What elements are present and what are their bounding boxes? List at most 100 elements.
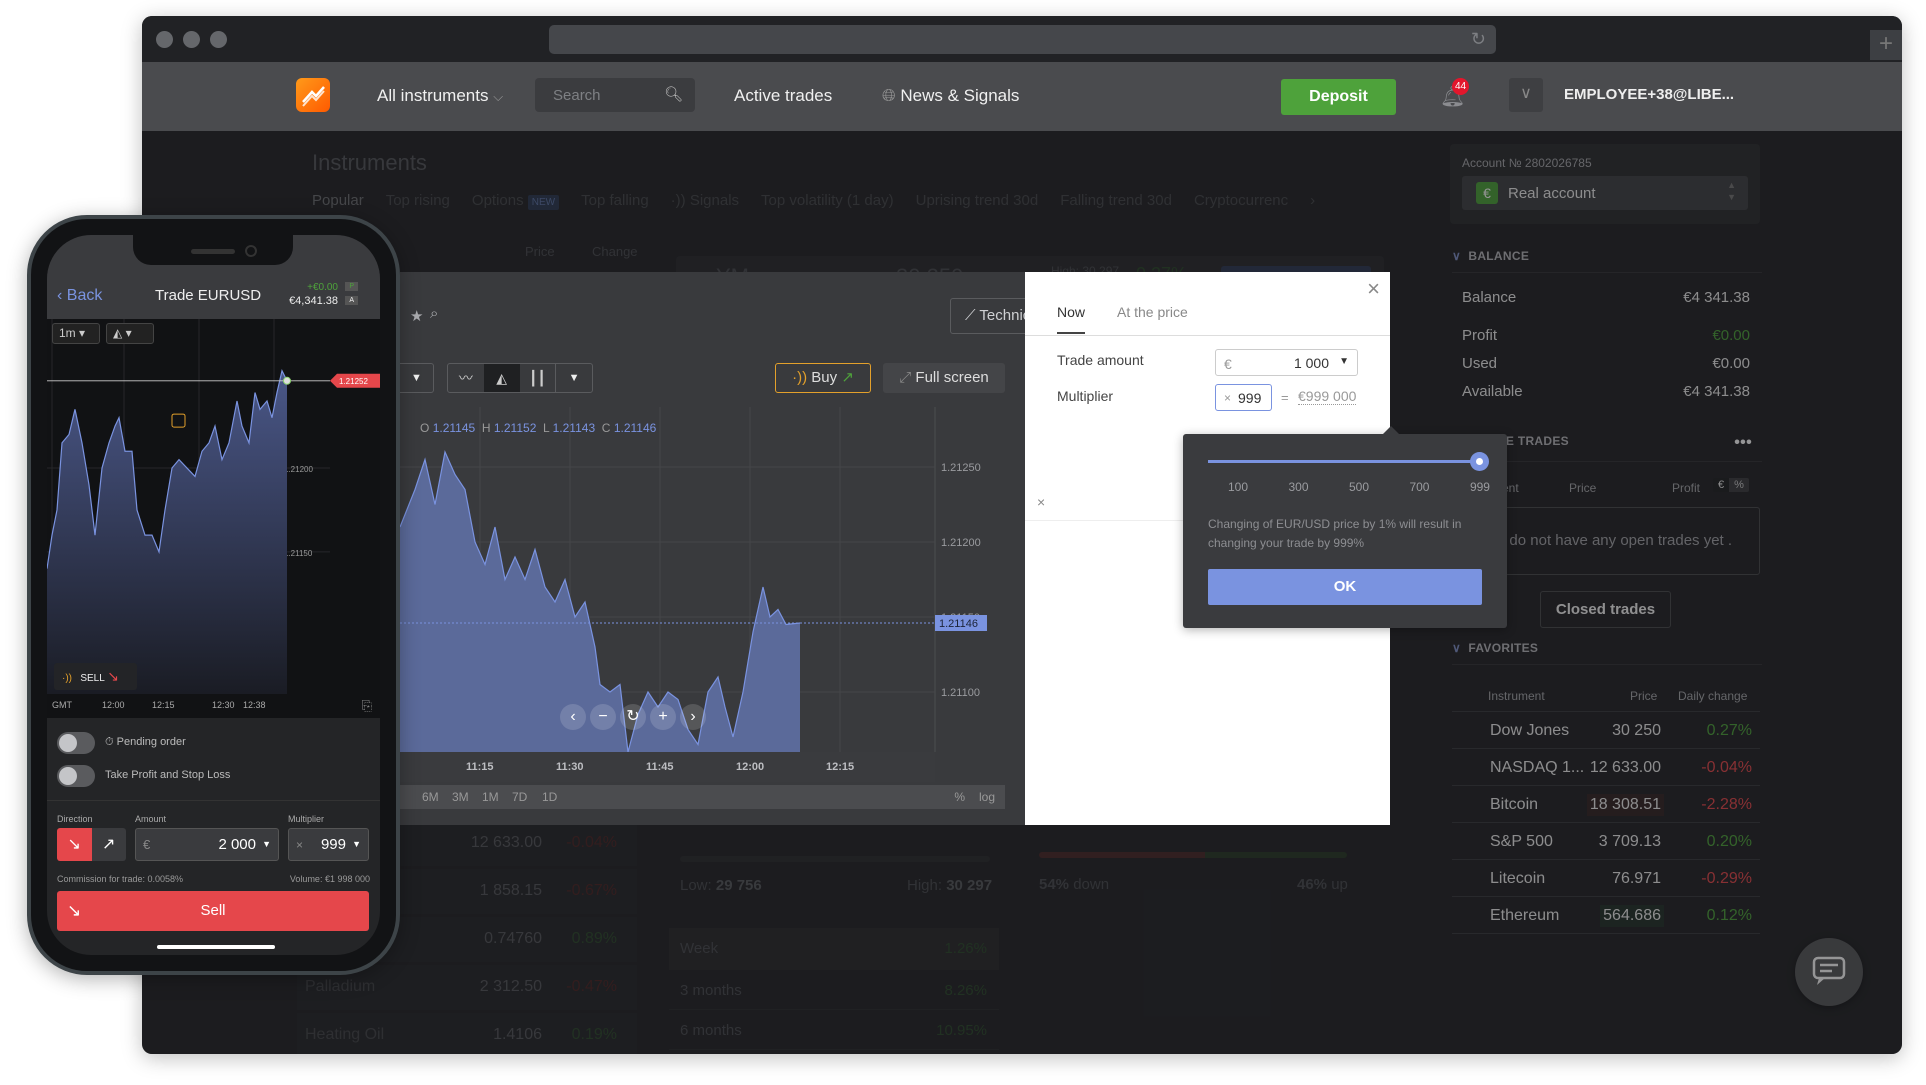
signal-icon: ·)) [792,369,808,386]
home-indicator [157,945,275,949]
multiplier-input[interactable]: × 999 [1215,384,1272,411]
arrow-up-right-icon: ↗ [841,369,854,386]
multiplier-label: Multiplier [1057,388,1114,404]
signal-icon: ·)) [62,673,72,684]
new-tab-button[interactable]: + [1870,30,1902,60]
x-tick-label: 12:00 [736,761,764,773]
chevron-left-icon[interactable]: ‹ [560,704,586,730]
candlestick-icon[interactable]: ┃┃ [520,364,556,392]
timeframe-dropdown[interactable]: 1m ▾ [52,323,100,344]
total-volume: €999 000 [1298,388,1357,405]
chevron-down-icon[interactable]: ▼ [555,364,592,392]
range-bar: % log 6M 3M 1M 7D 1D [400,785,1005,809]
slider-thumb[interactable] [1470,452,1489,471]
range-button[interactable]: 6M [422,790,439,804]
reset-icon[interactable]: ↻ [620,704,646,730]
user-menu-toggle[interactable]: ∨ [1509,78,1543,112]
chart-type-group: 〰 ◭ ┃┃ ▼ [447,363,593,393]
range-button[interactable]: 3M [452,790,469,804]
timeframe-dropdown[interactable]: ▼ [400,363,434,393]
phone-profit: +€0.00 [307,282,338,293]
zoom-in-icon[interactable]: + [650,704,676,730]
trade-amount-input[interactable]: € 1 000 ▼ [1215,349,1358,376]
search-input[interactable]: Search 🔍︎ [535,78,695,112]
amount-input[interactable]: € 2 000 ▼ [135,828,279,861]
y-tick-label: 1.21200 [941,537,981,549]
pending-order-label: ⏱ Pending order [105,736,186,748]
title-bar: ↻ + [142,16,1902,62]
rotate-icon[interactable]: ⎘ [362,698,372,714]
reload-icon[interactable]: ↻ [1471,29,1486,50]
volume-text: Volume: €1 998 000 [289,874,370,884]
star-icon[interactable]: ★ [410,307,423,325]
phone-price-chart[interactable]: 1.21200 1.21150 1.21252 [47,319,380,694]
log-toggle[interactable]: log [979,790,995,804]
notification-badge: 44 [1452,78,1469,95]
trend-line-icon: ⟋ [965,307,976,324]
area-chart-icon[interactable]: ◭ [483,364,520,392]
window-close-dot[interactable] [156,31,173,48]
active-trades-link[interactable]: Active trades [734,86,832,106]
range-button[interactable]: 1M [482,790,499,804]
window-maximize-dot[interactable] [210,31,227,48]
chevron-down-icon: ⌵ [493,89,504,104]
phone-x-axis: ⎘ GMT 12:00 12:15 12:30 12:38 [47,694,380,718]
chart-nav-controls: ‹ − ↻ + › [560,704,706,730]
arrow-down-right-icon: ↘ [107,668,119,684]
full-screen-button[interactable]: ⤢ Full screen [883,363,1005,393]
ok-button[interactable]: OK [1208,569,1482,605]
y-tick-label: 1.21200 [284,465,313,474]
window-minimize-dot[interactable] [183,31,200,48]
y-tick-label: 1.21100 [941,687,980,699]
trade-amount-label: Trade amount [1057,352,1144,368]
close-icon[interactable]: × [1037,494,1045,510]
address-bar[interactable]: ↻ [549,25,1496,54]
commission-text: Commission for trade: 0.0058% [57,874,184,884]
sell-signal-marker [171,413,186,428]
search-icon[interactable]: ⌕ [430,305,438,322]
x-tick-label: 12:00 [102,700,125,710]
chevron-right-icon[interactable]: › [680,704,706,730]
buy-direction-button[interactable]: ↗ [91,828,126,861]
price-area [47,370,287,694]
search-icon: 🔍︎ [663,86,683,103]
range-button[interactable]: 7D [512,790,527,804]
sell-direction-button[interactable]: ↘ [57,828,92,861]
range-button[interactable]: 1D [542,790,557,804]
current-price-label: 1.21146 [939,618,978,630]
multiplier-info: Changing of EUR/USD price by 1% will res… [1208,517,1462,550]
logo-icon[interactable] [296,78,330,112]
notifications-button[interactable]: 🔔︎ 44 [1440,78,1469,109]
multiplier-input[interactable]: × 999 ▼ [288,828,369,861]
x-tick-label: 12:38 [243,700,266,710]
multiplier-slider[interactable] [1208,452,1489,471]
tab-now[interactable]: Now [1057,304,1086,334]
globe-icon: 🌐︎ [882,86,896,105]
news-signals-link[interactable]: 🌐︎ News & Signals [882,86,1019,106]
pending-order-toggle[interactable] [57,732,95,754]
sell-signal-badge[interactable]: ·)) SELL ↘ [54,663,137,690]
chevron-down-icon: ▼ [1339,356,1349,367]
line-chart-icon[interactable]: 〰 [448,364,484,392]
x-tick-label: 12:15 [152,700,175,710]
expand-icon: ⤢ [899,369,912,386]
x-tick-label: GMT [52,700,72,710]
slider-fill [1208,460,1480,463]
tp-sl-toggle[interactable] [57,765,95,787]
chart-panel: ★ ⌕ ⟋ Technical analysis ▼ 〰 ◭ ┃┃ ▼ ·)) … [400,272,1140,825]
chart-type-dropdown[interactable]: ◭ ▾ [106,323,154,344]
close-icon[interactable]: × [1367,276,1380,302]
buy-signal-button[interactable]: ·)) Buy ↗ [775,363,871,393]
user-email[interactable]: EMPLOYEE+38@LIBE... [1564,86,1734,103]
back-button[interactable]: ‹ Back [57,287,102,305]
sell-button[interactable]: ↘ Sell [57,891,369,931]
all-instruments-menu[interactable]: All instruments ⌵ [377,86,503,106]
tab-at-the-price[interactable]: At the price [1117,304,1188,320]
deposit-button[interactable]: Deposit [1281,79,1396,115]
multiplier-popup: 100 300 500 700 999 Changing of EUR/USD pric… [1183,426,1507,628]
zoom-out-icon[interactable]: − [590,704,616,730]
percent-toggle[interactable]: % [954,790,965,804]
chevron-down-icon: ▼ [262,839,271,849]
camera-icon [245,245,257,257]
phone-balance: €4,341.38 [289,295,338,307]
